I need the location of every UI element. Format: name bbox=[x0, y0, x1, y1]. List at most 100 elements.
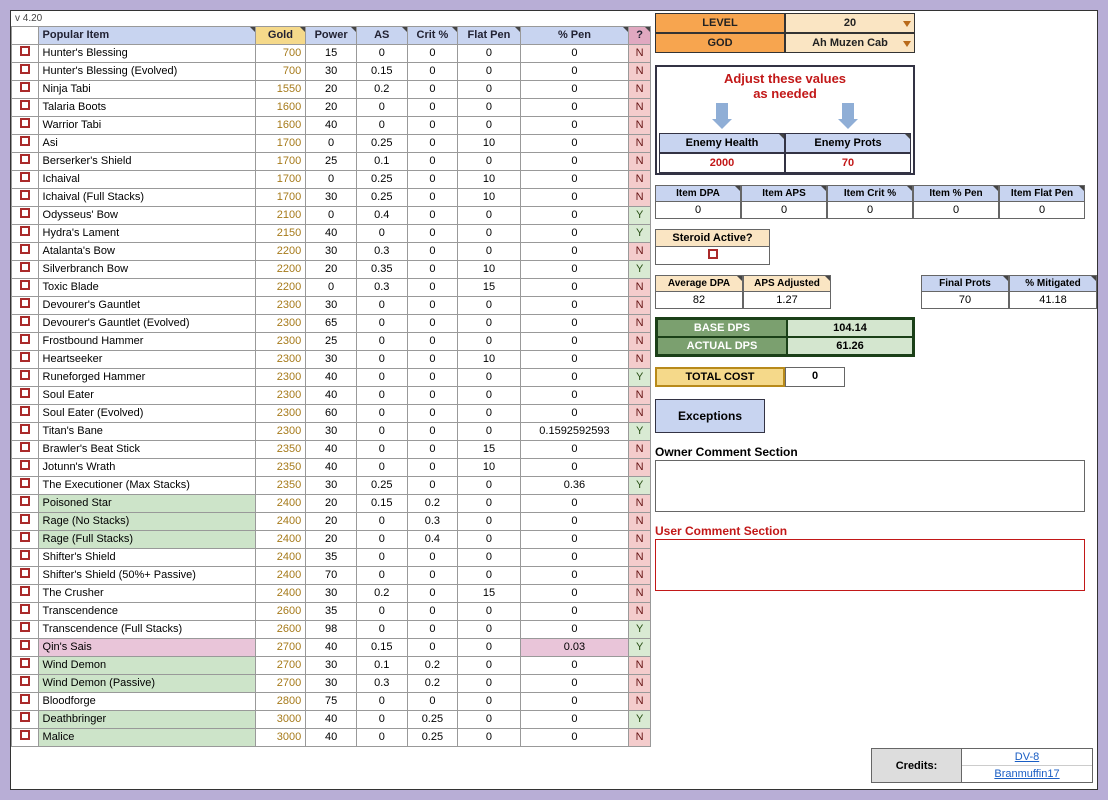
item-checkbox[interactable] bbox=[20, 64, 30, 74]
item-name[interactable]: Brawler's Beat Stick bbox=[38, 441, 255, 459]
item-checkbox[interactable] bbox=[20, 550, 30, 560]
item-checkbox[interactable] bbox=[20, 46, 30, 56]
power-header[interactable]: Power bbox=[306, 27, 357, 45]
enemy-health-input[interactable]: 2000 bbox=[659, 153, 785, 173]
item-name[interactable]: Hunter's Blessing bbox=[38, 45, 255, 63]
item-name[interactable]: Hunter's Blessing (Evolved) bbox=[38, 63, 255, 81]
item-name[interactable]: Ninja Tabi bbox=[38, 81, 255, 99]
item-name[interactable]: Odysseus' Bow bbox=[38, 207, 255, 225]
item-pctpen-input[interactable]: 0 bbox=[914, 202, 998, 218]
item-checkbox[interactable] bbox=[20, 640, 30, 650]
item-name[interactable]: Titan's Bane bbox=[38, 423, 255, 441]
item-checkbox[interactable] bbox=[20, 388, 30, 398]
item-checkbox[interactable] bbox=[20, 622, 30, 632]
item-name[interactable]: Devourer's Gauntlet bbox=[38, 297, 255, 315]
item-checkbox[interactable] bbox=[20, 154, 30, 164]
god-dropdown[interactable]: Ah Muzen Cab bbox=[785, 33, 915, 53]
item-checkbox[interactable] bbox=[20, 190, 30, 200]
item-name[interactable]: Wind Demon (Passive) bbox=[38, 675, 255, 693]
item-name[interactable]: Toxic Blade bbox=[38, 279, 255, 297]
item-checkbox[interactable] bbox=[20, 658, 30, 668]
item-name[interactable]: Atalanta's Bow bbox=[38, 243, 255, 261]
item-checkbox[interactable] bbox=[20, 82, 30, 92]
item-checkbox[interactable] bbox=[20, 676, 30, 686]
item-name[interactable]: Rage (No Stacks) bbox=[38, 513, 255, 531]
item-name[interactable]: Qin's Sais bbox=[38, 639, 255, 657]
credit-link-1[interactable]: DV-8 bbox=[962, 749, 1092, 766]
item-aps-input[interactable]: 0 bbox=[742, 202, 826, 218]
item-name[interactable]: Runeforged Hammer bbox=[38, 369, 255, 387]
item-checkbox[interactable] bbox=[20, 100, 30, 110]
item-flatpen-input[interactable]: 0 bbox=[1000, 202, 1084, 218]
item-name[interactable]: Jotunn's Wrath bbox=[38, 459, 255, 477]
credit-link-2[interactable]: Branmuffin17 bbox=[962, 766, 1092, 782]
item-checkbox[interactable] bbox=[20, 352, 30, 362]
item-checkbox[interactable] bbox=[20, 568, 30, 578]
item-checkbox[interactable] bbox=[20, 712, 30, 722]
item-name[interactable]: Transcendence bbox=[38, 603, 255, 621]
item-name[interactable]: Devourer's Gauntlet (Evolved) bbox=[38, 315, 255, 333]
item-name[interactable]: Soul Eater bbox=[38, 387, 255, 405]
item-name[interactable]: Hydra's Lament bbox=[38, 225, 255, 243]
user-comment-box[interactable] bbox=[655, 539, 1085, 591]
item-checkbox[interactable] bbox=[20, 118, 30, 128]
item-name[interactable]: The Executioner (Max Stacks) bbox=[38, 477, 255, 495]
item-name[interactable]: Soul Eater (Evolved) bbox=[38, 405, 255, 423]
item-checkbox[interactable] bbox=[20, 460, 30, 470]
item-checkbox[interactable] bbox=[20, 514, 30, 524]
item-crit-input[interactable]: 0 bbox=[828, 202, 912, 218]
item-checkbox[interactable] bbox=[20, 244, 30, 254]
item-checkbox[interactable] bbox=[20, 280, 30, 290]
item-name[interactable]: Frostbound Hammer bbox=[38, 333, 255, 351]
item-name[interactable]: Warrior Tabi bbox=[38, 117, 255, 135]
level-dropdown[interactable]: 20 bbox=[785, 13, 915, 33]
owner-comment-box[interactable] bbox=[655, 460, 1085, 512]
item-checkbox[interactable] bbox=[20, 298, 30, 308]
pctpen-header[interactable]: % Pen bbox=[520, 27, 629, 45]
item-checkbox[interactable] bbox=[20, 334, 30, 344]
item-name[interactable]: Talaria Boots bbox=[38, 99, 255, 117]
item-checkbox[interactable] bbox=[20, 316, 30, 326]
item-checkbox[interactable] bbox=[20, 406, 30, 416]
as-header[interactable]: AS bbox=[356, 27, 407, 45]
item-checkbox[interactable] bbox=[20, 262, 30, 272]
item-name[interactable]: Ichaival (Full Stacks) bbox=[38, 189, 255, 207]
item-checkbox[interactable] bbox=[20, 226, 30, 236]
item-checkbox[interactable] bbox=[20, 370, 30, 380]
item-name[interactable]: Shifter's Shield (50%+ Passive) bbox=[38, 567, 255, 585]
item-checkbox[interactable] bbox=[20, 172, 30, 182]
item-checkbox[interactable] bbox=[20, 442, 30, 452]
item-name[interactable]: Shifter's Shield bbox=[38, 549, 255, 567]
item-checkbox[interactable] bbox=[20, 730, 30, 740]
steroid-checkbox[interactable] bbox=[708, 249, 718, 259]
item-name[interactable]: Rage (Full Stacks) bbox=[38, 531, 255, 549]
item-checkbox[interactable] bbox=[20, 604, 30, 614]
item-checkbox[interactable] bbox=[20, 208, 30, 218]
item-name[interactable]: Berserker's Shield bbox=[38, 153, 255, 171]
gold-header[interactable]: Gold bbox=[255, 27, 306, 45]
enemy-prots-input[interactable]: 70 bbox=[785, 153, 911, 173]
item-name[interactable]: Heartseeker bbox=[38, 351, 255, 369]
item-name[interactable]: Malice bbox=[38, 729, 255, 747]
item-header[interactable]: Popular Item bbox=[38, 27, 255, 45]
item-checkbox[interactable] bbox=[20, 694, 30, 704]
item-name[interactable]: Wind Demon bbox=[38, 657, 255, 675]
q-header[interactable]: ? bbox=[629, 27, 651, 45]
item-checkbox[interactable] bbox=[20, 586, 30, 596]
item-name[interactable]: Poisoned Star bbox=[38, 495, 255, 513]
item-name[interactable]: Transcendence (Full Stacks) bbox=[38, 621, 255, 639]
item-checkbox[interactable] bbox=[20, 496, 30, 506]
item-checkbox[interactable] bbox=[20, 136, 30, 146]
exceptions-button[interactable]: Exceptions bbox=[655, 399, 765, 433]
flatpen-header[interactable]: Flat Pen bbox=[458, 27, 520, 45]
item-name[interactable]: Silverbranch Bow bbox=[38, 261, 255, 279]
item-name[interactable]: The Crusher bbox=[38, 585, 255, 603]
item-checkbox[interactable] bbox=[20, 424, 30, 434]
item-name[interactable]: Asi bbox=[38, 135, 255, 153]
item-name[interactable]: Deathbringer bbox=[38, 711, 255, 729]
item-dpa-input[interactable]: 0 bbox=[656, 202, 740, 218]
crit-header[interactable]: Crit % bbox=[407, 27, 458, 45]
item-checkbox[interactable] bbox=[20, 478, 30, 488]
item-name[interactable]: Bloodforge bbox=[38, 693, 255, 711]
item-checkbox[interactable] bbox=[20, 532, 30, 542]
